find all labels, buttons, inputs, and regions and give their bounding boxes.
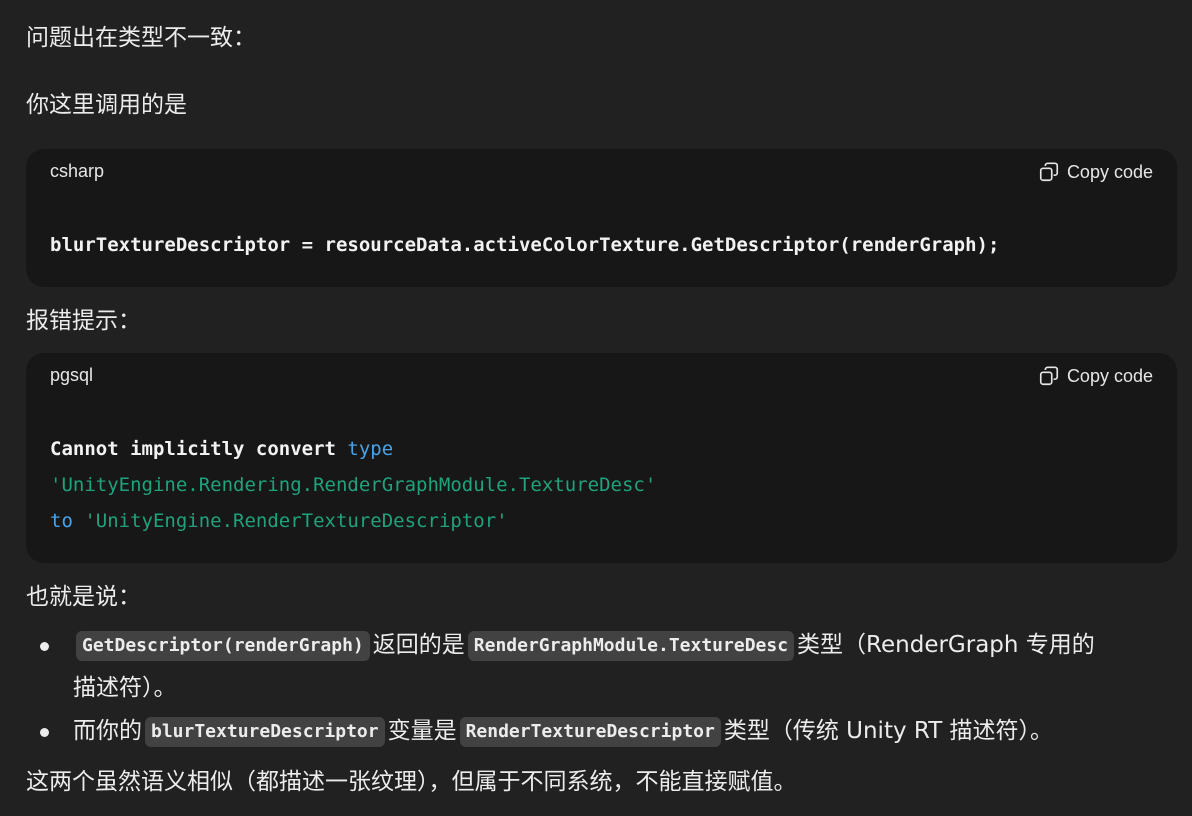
code-keyword: type	[347, 438, 394, 460]
copy-code-label: Copy code	[1066, 161, 1153, 182]
code-keyword: to	[50, 510, 73, 532]
code-line: to 'UnityEngine.RenderTextureDescriptor'	[50, 503, 656, 539]
copy-code-button[interactable]: Copy code	[1038, 161, 1153, 183]
bullet-text: 变量是	[387, 718, 457, 744]
code-block-pgsql: pgsql Copy code Cannot implicitly conver…	[26, 353, 1177, 563]
code-block-csharp: csharp Copy code blurTextureDescriptor =…	[26, 149, 1177, 287]
list-item: GetDescriptor(renderGraph) 返回的是 RenderGrap…	[26, 624, 1176, 710]
copy-code-label: Copy code	[1066, 365, 1153, 386]
paragraph-meaning: 也就是说：	[26, 584, 141, 610]
paragraph-problem: 问题出在类型不一致：	[26, 25, 256, 51]
paragraph-error: 报错提示：	[26, 308, 141, 334]
copy-icon	[1039, 366, 1059, 386]
inline-code: RenderGraphModule.TextureDesc	[467, 630, 795, 661]
bullet-dot	[40, 728, 49, 737]
paragraph-call: 你这里调用的是	[26, 92, 187, 118]
code-language-label: csharp	[50, 161, 105, 181]
copy-icon	[1039, 162, 1059, 182]
bullet-dot	[40, 642, 49, 651]
bullet-text: 描述符）。	[73, 675, 177, 701]
code-line: blurTextureDescriptor = resourceData.act…	[50, 234, 1000, 256]
code-line: Cannot implicitly convert type	[50, 431, 656, 467]
code-string: 'UnityEngine.Rendering.RenderGraphModule…	[50, 474, 657, 496]
code-header: pgsql Copy code	[26, 353, 1177, 403]
bullet-text: 类型（RenderGraph 专用的	[797, 632, 1095, 658]
code-body: Cannot implicitly convert type 'UnityEngi…	[50, 431, 656, 539]
paragraph-conclusion: 这两个虽然语义相似（都描述一张纹理），但属于不同系统，不能直接赋值。	[26, 769, 797, 795]
code-header: csharp Copy code	[26, 149, 1177, 199]
list-item: 而你的 blurTextureDescriptor 变量是 RenderTexture…	[26, 710, 1176, 753]
code-text: Cannot implicitly convert	[50, 438, 348, 460]
code-line: 'UnityEngine.Rendering.RenderGraphModule…	[50, 467, 656, 503]
copy-code-button[interactable]: Copy code	[1038, 365, 1153, 387]
bullet-text: 而你的	[73, 718, 142, 744]
inline-code: blurTextureDescriptor	[145, 716, 385, 747]
code-string: 'UnityEngine.RenderTextureDescriptor'	[72, 510, 508, 532]
bullet-list: GetDescriptor(renderGraph) 返回的是 RenderGrap…	[26, 624, 1176, 753]
code-body: blurTextureDescriptor = resourceData.act…	[50, 227, 999, 263]
inline-code: GetDescriptor(renderGraph)	[76, 630, 370, 661]
code-language-label: pgsql	[50, 365, 94, 385]
inline-code: RenderTextureDescriptor	[459, 716, 721, 747]
bullet-text: 返回的是	[372, 632, 465, 658]
bullet-text: 类型（传统 Unity RT 描述符）。	[723, 718, 1054, 744]
